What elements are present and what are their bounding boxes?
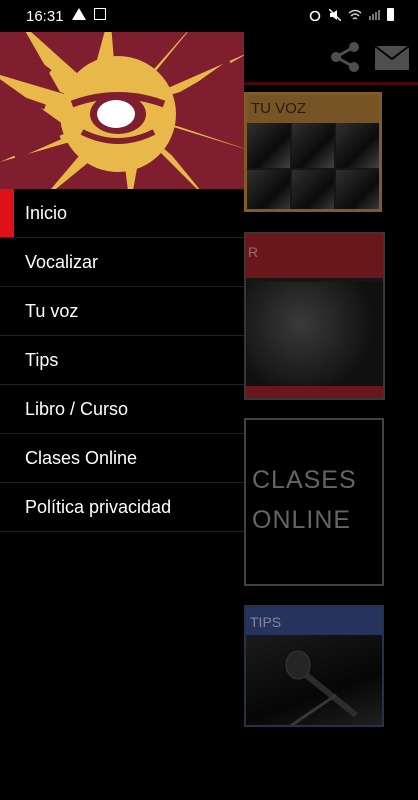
menu-item-label: Tu voz (25, 301, 79, 321)
battery-icon (387, 8, 394, 21)
system-icons (308, 8, 394, 21)
signal-icon (369, 9, 380, 20)
mute-icon (329, 8, 341, 21)
notification-icons (72, 8, 106, 20)
wifi-icon (348, 9, 362, 20)
sun-face-logo (0, 32, 244, 189)
warning-icon (72, 8, 86, 20)
status-bar: 16:31 (0, 0, 418, 32)
alarm-icon (309, 10, 321, 21)
menu-item-label: Política privacidad (25, 497, 172, 517)
menu-item-vocalizar[interactable]: Vocalizar (0, 238, 244, 287)
navigation-drawer: Inicio Vocalizar Tu voz Tips Libro / Cur… (0, 32, 244, 800)
menu-item-label: Inicio (25, 203, 68, 223)
menu-item-tu-voz[interactable]: Tu voz (0, 287, 244, 336)
menu-item-clases-online[interactable]: Clases Online (0, 434, 244, 483)
menu-item-label: Tips (25, 350, 59, 370)
menu-item-tips[interactable]: Tips (0, 336, 244, 385)
menu-item-label: Clases Online (25, 448, 138, 468)
status-time: 16:31 (26, 8, 64, 25)
menu-item-inicio[interactable]: Inicio (0, 189, 244, 238)
drawer-menu: Inicio Vocalizar Tu voz Tips Libro / Cur… (0, 189, 244, 532)
menu-item-label: Libro / Curso (25, 399, 129, 419)
menu-item-libro-curso[interactable]: Libro / Curso (0, 385, 244, 434)
active-indicator (0, 189, 14, 237)
menu-item-politica-privacidad[interactable]: Política privacidad (0, 483, 244, 532)
menu-item-label: Vocalizar (25, 252, 99, 272)
drawer-header-logo (0, 32, 244, 189)
app-notification-icon (94, 8, 106, 20)
